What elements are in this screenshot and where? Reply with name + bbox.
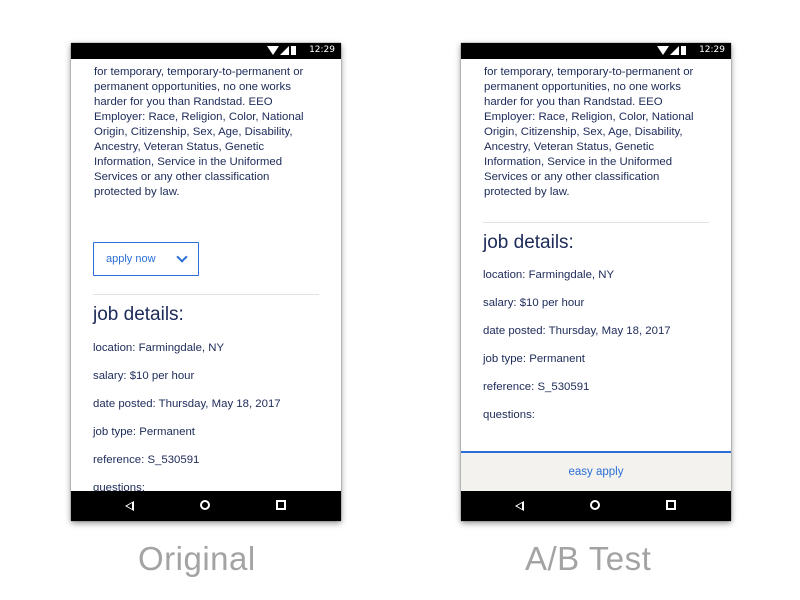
caption-original: Original [138, 540, 256, 577]
job-details-heading: job details: [93, 304, 184, 325]
apply-now-label: apply now [106, 253, 156, 265]
wifi-icon [267, 46, 279, 55]
detail-questions: questions: [483, 409, 535, 421]
divider [93, 294, 319, 295]
caption-ab-test: A/B Test [525, 540, 652, 577]
battery-icon [681, 46, 686, 55]
job-description: for temporary, temporary-to-permanent or… [94, 66, 304, 198]
detail-salary: salary: $10 per hour [93, 370, 195, 382]
signal-icon [670, 46, 679, 55]
detail-salary: salary: $10 per hour [483, 297, 585, 309]
easy-apply-label: easy apply [568, 466, 624, 478]
status-bar: 12:29 [461, 43, 731, 59]
apply-now-button[interactable]: apply now [93, 242, 199, 276]
status-time: 12:29 [699, 45, 725, 55]
signal-icon [280, 46, 289, 55]
nav-bar [461, 491, 731, 521]
detail-job-type: job type: Permanent [93, 426, 195, 438]
detail-date-posted: date posted: Thursday, May 18, 2017 [483, 325, 671, 337]
job-details-heading: job details: [483, 232, 574, 253]
detail-job-type: job type: Permanent [483, 353, 585, 365]
battery-icon [291, 46, 296, 55]
detail-location: location: Farmingdale, NY [483, 269, 615, 281]
status-bar: 12:29 [71, 43, 341, 59]
chevron-down-icon [176, 251, 188, 263]
job-description: for temporary, temporary-to-permanent or… [484, 66, 694, 198]
back-icon[interactable] [125, 501, 134, 511]
home-icon[interactable] [200, 500, 210, 510]
recents-icon[interactable] [666, 500, 676, 510]
back-icon[interactable] [515, 501, 524, 511]
divider [483, 222, 709, 223]
detail-reference: reference: S_530591 [93, 454, 200, 466]
home-icon[interactable] [590, 500, 600, 510]
status-time: 12:29 [309, 45, 335, 55]
detail-location: location: Farmingdale, NY [93, 342, 225, 354]
phone-original: 12:29 for temporary, temporary-to-perman… [71, 43, 341, 521]
detail-date-posted: date posted: Thursday, May 18, 2017 [93, 398, 281, 410]
easy-apply-button[interactable]: easy apply [461, 451, 731, 491]
recents-icon[interactable] [276, 500, 286, 510]
detail-reference: reference: S_530591 [483, 381, 590, 393]
wifi-icon [657, 46, 669, 55]
phone-ab-test: 12:29 for temporary, temporary-to-perman… [461, 43, 731, 521]
nav-bar [71, 491, 341, 521]
